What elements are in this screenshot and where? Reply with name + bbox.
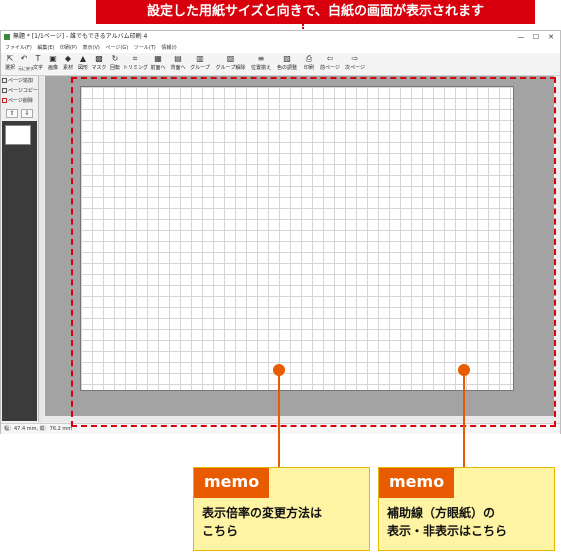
select-tool-button[interactable]: ⇱ 選択: [3, 54, 17, 74]
mask-icon: ▩: [95, 54, 103, 63]
trim-icon: ⌗: [132, 54, 138, 63]
prev-page-button[interactable]: ⇦ 前ページ: [319, 54, 341, 74]
minimize-button[interactable]: —: [514, 31, 528, 43]
menu-page[interactable]: ページ(G): [105, 43, 128, 53]
next-page-button[interactable]: ⇨ 次ページ: [344, 54, 366, 74]
add-page-button[interactable]: ページ追加: [2, 77, 37, 86]
window-title: 無題 * [1/1ページ] - 誰でもできるアルバム印刷 4: [13, 33, 148, 40]
group-icon: ▥: [196, 54, 204, 63]
undo-button[interactable]: ↶ 元に戻す: [18, 54, 34, 74]
rotate-button[interactable]: ↻ 回転: [108, 54, 122, 74]
menu-bar: ファイル(F) 編集(E) 印刷(P) 表示(V) ページ(G) ツール(T) …: [1, 43, 560, 53]
menu-edit[interactable]: 編集(E): [37, 43, 54, 53]
pointer-line-zoom: [278, 375, 280, 467]
align-icon: ≡: [257, 54, 265, 63]
text-icon: T: [35, 54, 41, 63]
highlight-frame: [71, 77, 556, 427]
image-icon: ▣: [49, 54, 57, 63]
print-button[interactable]: ⎙ 印刷: [302, 54, 316, 74]
pointer-icon: ⇱: [6, 54, 14, 63]
prev-page-icon: ⇦: [326, 54, 334, 63]
delete-page-button[interactable]: ページ削除: [2, 97, 37, 106]
color-adjust-button[interactable]: ▨ 色の調整: [275, 54, 299, 74]
shape-icon: ▲: [79, 54, 87, 63]
menu-info[interactable]: 情報(I): [161, 43, 176, 53]
pointer-line-grid: [463, 375, 465, 467]
send-back-button[interactable]: ▤ 背面へ: [169, 54, 187, 74]
material-tool-button[interactable]: ◆ 素材: [61, 54, 75, 74]
status-dimensions: 幅：47.4 mm, 縦：76.2 mm: [4, 426, 73, 432]
memo-text: 表示倍率の変更方法は こちら: [202, 506, 323, 538]
add-page-icon: [2, 78, 7, 83]
page-order-controls: ⇧ ⇩: [4, 109, 36, 118]
page-thumbnail[interactable]: [5, 125, 31, 145]
move-page-up-button[interactable]: ⇧: [6, 109, 18, 118]
undo-icon: ↶: [20, 54, 28, 63]
menu-tools[interactable]: ツール(T): [134, 43, 156, 53]
copy-page-button[interactable]: ページコピー: [2, 87, 38, 96]
menu-file[interactable]: ファイル(F): [5, 43, 32, 53]
app-icon: [4, 34, 10, 40]
text-tool-button[interactable]: T 文字: [31, 54, 45, 74]
page-panel: ページ追加 ページコピー ページ削除 ⇧ ⇩: [1, 76, 39, 422]
next-page-icon: ⇨: [351, 54, 359, 63]
memo-grid: memo 補助線（方眼紙）の 表示・非表示はこちら: [378, 467, 555, 551]
front-icon: ▦: [154, 54, 162, 63]
ungroup-button[interactable]: ▧ グループ解除: [214, 54, 247, 74]
delete-page-icon: [2, 98, 7, 103]
material-icon: ◆: [64, 54, 72, 63]
maximize-button[interactable]: ☐: [529, 31, 543, 43]
toolbar: ⇱ 選択 ↶ 元に戻す T 文字 ▣ 画像 ◆ 素材 ▲ 図形 ▩ マスク ↻ 回転 ⌗ トリミン…: [1, 53, 560, 76]
panel-scrollbar[interactable]: [39, 76, 44, 422]
memo-tag: memo: [194, 468, 270, 498]
title-bar: 無題 * [1/1ページ] - 誰でもできるアルバム印刷 4 — ☐ ✕: [1, 31, 560, 43]
bring-front-button[interactable]: ▦ 前面へ: [149, 54, 167, 74]
move-page-down-button[interactable]: ⇩: [21, 109, 33, 118]
memo-zoom: memo 表示倍率の変更方法は こちら: [193, 467, 370, 551]
menu-view[interactable]: 表示(V): [83, 43, 100, 53]
rotate-icon: ↻: [111, 54, 119, 63]
annotation-banner: 設定した用紙サイズと向きで、白紙の画面が表示されます: [96, 0, 535, 24]
close-button[interactable]: ✕: [544, 31, 558, 43]
print-icon: ⎙: [305, 54, 313, 63]
copy-page-icon: [2, 88, 7, 93]
back-icon: ▤: [174, 54, 182, 63]
image-tool-button[interactable]: ▣ 画像: [46, 54, 60, 74]
menu-print[interactable]: 印刷(P): [60, 43, 77, 53]
mask-tool-button[interactable]: ▩ マスク: [91, 54, 107, 74]
color-adjust-icon: ▨: [283, 54, 291, 63]
ungroup-icon: ▧: [226, 54, 235, 63]
group-button[interactable]: ▥ グループ: [189, 54, 211, 74]
memo-tag: memo: [379, 468, 455, 498]
align-button[interactable]: ≡ 位置揃え: [249, 54, 273, 74]
shape-tool-button[interactable]: ▲ 図形: [76, 54, 90, 74]
page-thumbnail-list[interactable]: [2, 121, 37, 421]
memo-text: 補助線（方眼紙）の 表示・非表示はこちら: [387, 506, 508, 538]
trim-button[interactable]: ⌗ トリミング: [123, 54, 148, 74]
